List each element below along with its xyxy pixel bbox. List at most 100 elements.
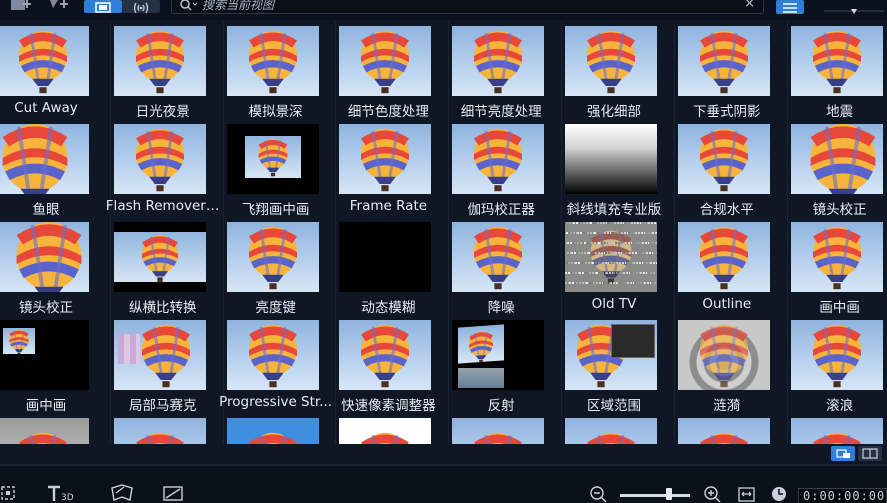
effect-label: 涟漪 bbox=[713, 398, 741, 414]
effect-item[interactable]: 画中画 bbox=[785, 218, 887, 316]
effect-thumbnail bbox=[790, 418, 883, 444]
effect-item[interactable]: 细节色度处理 bbox=[333, 22, 443, 120]
effect-item[interactable]: 快速像素调整器 bbox=[333, 316, 443, 414]
effect-item[interactable]: 鱼眼 bbox=[0, 120, 101, 218]
effect-thumbnail bbox=[677, 320, 770, 390]
effect-thumbnail bbox=[452, 222, 545, 292]
effect-item[interactable]: 镜头校正 bbox=[785, 120, 887, 218]
effect-item[interactable]: 强化细部 bbox=[559, 22, 669, 120]
effect-thumbnail bbox=[226, 222, 319, 292]
clear-icon[interactable]: × bbox=[744, 0, 755, 11]
effect-item[interactable]: 滚浪 bbox=[785, 316, 887, 414]
effect-thumbnail bbox=[452, 418, 545, 444]
title-3d-icon[interactable]: 3D bbox=[46, 484, 76, 503]
effect-thumbnail bbox=[113, 418, 206, 444]
list-view-icon[interactable] bbox=[776, 0, 804, 14]
add-media-icon[interactable] bbox=[10, 0, 32, 14]
effect-item-partial[interactable] bbox=[672, 414, 782, 444]
effect-thumbnail bbox=[113, 124, 206, 194]
effect-label: Frame Rate bbox=[349, 198, 428, 214]
effect-thumbnail bbox=[790, 26, 883, 96]
library-footer bbox=[0, 444, 887, 464]
effect-thumbnail bbox=[565, 320, 657, 390]
effect-label: Outline bbox=[702, 296, 752, 312]
effect-item[interactable]: 伽玛校正器 bbox=[446, 120, 556, 218]
effect-item[interactable]: 地震 bbox=[785, 22, 887, 120]
view-mode-button[interactable] bbox=[84, 0, 122, 13]
timecode-display[interactable]: 0:00:00:00 bbox=[798, 488, 887, 503]
effect-thumbnail bbox=[790, 222, 883, 292]
effect-thumbnail bbox=[677, 418, 770, 444]
effect-thumbnail bbox=[113, 26, 206, 96]
effect-item[interactable]: 反射 bbox=[446, 316, 556, 414]
library-view-toggle[interactable] bbox=[831, 446, 855, 461]
top-toolbar: × bbox=[0, 0, 887, 20]
search-bar: × bbox=[171, 0, 764, 14]
effect-item[interactable]: 动态模糊 bbox=[333, 218, 443, 316]
thumbnail-size-slider[interactable] bbox=[824, 0, 884, 14]
effect-item[interactable]: Flash Remover ... bbox=[105, 120, 220, 216]
effect-item[interactable]: 亮度键 bbox=[221, 218, 331, 316]
add-effect-icon[interactable] bbox=[46, 0, 70, 14]
search-input[interactable] bbox=[202, 0, 722, 13]
effect-label: 滚浪 bbox=[826, 398, 854, 414]
effect-item[interactable]: 涟漪 bbox=[672, 316, 782, 414]
zoom-out-icon[interactable] bbox=[590, 486, 608, 503]
effect-item[interactable]: 纵横比转换 bbox=[108, 218, 218, 316]
effect-item[interactable]: 飞翔画中画 bbox=[221, 120, 331, 218]
effect-item-partial[interactable] bbox=[0, 414, 101, 444]
effect-item-partial[interactable] bbox=[785, 414, 887, 444]
zoom-slider-track[interactable] bbox=[620, 494, 690, 497]
svg-text:3D: 3D bbox=[61, 493, 74, 502]
effect-item[interactable]: Outline bbox=[672, 218, 782, 314]
effect-item-partial[interactable] bbox=[446, 414, 556, 444]
capture-icon[interactable] bbox=[0, 484, 18, 503]
search-icon[interactable] bbox=[180, 0, 198, 16]
effect-item[interactable]: 合规水平 bbox=[672, 120, 782, 218]
effect-label: 下垂式阴影 bbox=[693, 104, 761, 120]
library-panel-toggle[interactable] bbox=[858, 446, 882, 461]
effect-thumbnail bbox=[113, 320, 206, 390]
crop-icon[interactable] bbox=[162, 484, 186, 503]
effect-item-partial[interactable] bbox=[221, 414, 331, 444]
effect-item[interactable]: 局部马赛克 bbox=[108, 316, 218, 414]
effect-item-partial[interactable] bbox=[108, 414, 218, 444]
effect-item[interactable]: Cut Away bbox=[0, 22, 101, 118]
effect-thumbnail bbox=[677, 124, 770, 194]
effect-thumbnail bbox=[677, 26, 770, 96]
zoom-in-icon[interactable] bbox=[704, 486, 722, 503]
effect-item-partial[interactable] bbox=[333, 414, 443, 444]
effect-item[interactable]: 镜头校正 bbox=[0, 218, 101, 316]
effect-item[interactable]: 细节亮度处理 bbox=[446, 22, 556, 120]
effect-label: 区域范围 bbox=[587, 398, 641, 414]
effect-label: Flash Remover ... bbox=[105, 198, 220, 214]
effect-thumbnail bbox=[226, 124, 319, 194]
clock-icon[interactable] bbox=[771, 486, 789, 503]
effect-label: 日光夜景 bbox=[135, 104, 190, 120]
effect-item[interactable]: Old TV bbox=[559, 218, 669, 314]
effect-label: 地震 bbox=[826, 104, 854, 120]
effect-item[interactable]: Frame Rate bbox=[333, 120, 443, 216]
effect-thumbnail bbox=[565, 222, 657, 292]
effect-label: 降噪 bbox=[487, 300, 515, 316]
effect-item[interactable]: Progressive Str... bbox=[219, 316, 332, 412]
effect-item[interactable]: 下垂式阴影 bbox=[672, 22, 782, 120]
effect-item[interactable]: 斜线填充专业版 bbox=[559, 120, 669, 218]
effect-item[interactable]: 降噪 bbox=[446, 218, 556, 316]
effect-item[interactable]: 区域范围 bbox=[559, 316, 669, 414]
zoom-slider-knob[interactable] bbox=[666, 488, 672, 500]
effect-label: Cut Away bbox=[14, 100, 78, 116]
effect-item[interactable]: 画中画 bbox=[0, 316, 101, 414]
audio-wave-button[interactable] bbox=[122, 0, 160, 14]
fit-icon[interactable] bbox=[738, 486, 756, 503]
mask-icon[interactable] bbox=[110, 484, 134, 503]
effect-item-partial[interactable] bbox=[559, 414, 669, 444]
effect-item[interactable]: 模拟景深 bbox=[221, 22, 331, 120]
effect-label: 纵横比转换 bbox=[129, 300, 197, 316]
effect-thumbnail bbox=[226, 26, 319, 96]
effect-thumbnail bbox=[339, 26, 432, 96]
effect-thumbnail bbox=[790, 124, 883, 194]
effect-label: 飞翔画中画 bbox=[241, 202, 310, 218]
effect-thumbnail bbox=[452, 26, 545, 96]
effect-item[interactable]: 日光夜景 bbox=[108, 22, 218, 120]
